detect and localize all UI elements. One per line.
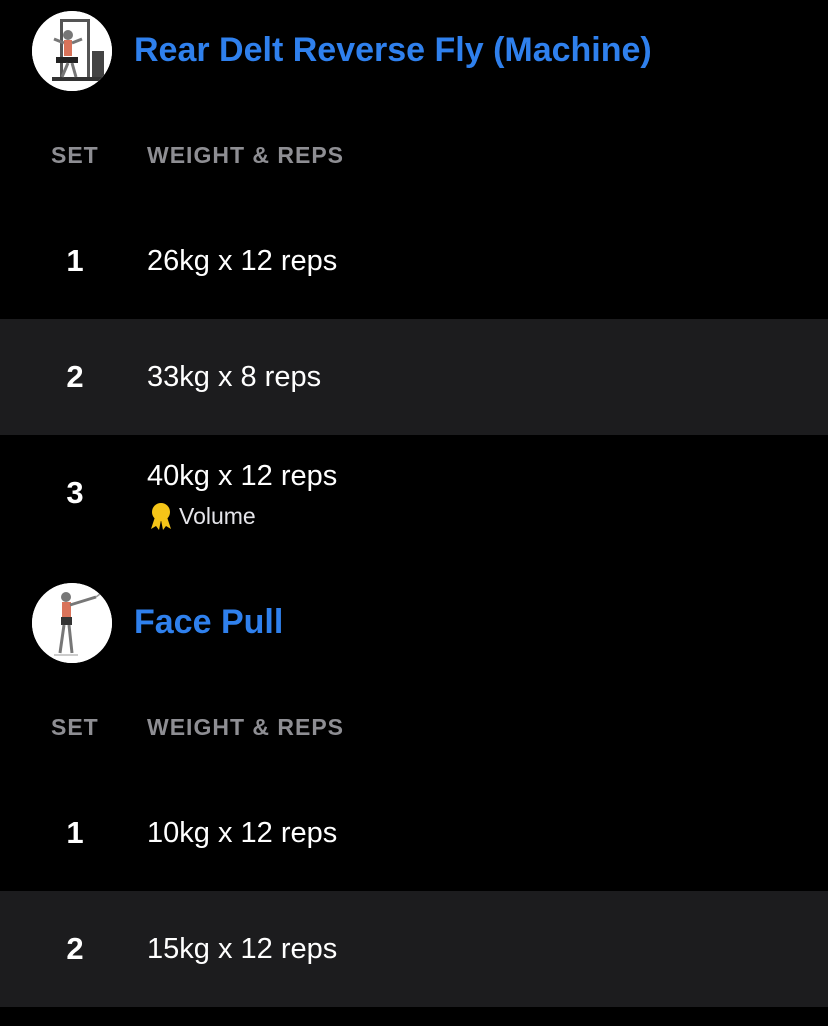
personal-record-label: Volume bbox=[179, 503, 256, 529]
column-set-label: SET bbox=[51, 142, 99, 168]
set-number: 1 bbox=[66, 243, 84, 278]
exercise-thumbnail[interactable] bbox=[32, 583, 112, 663]
column-weight-reps-label: WEIGHT & REPS bbox=[147, 714, 345, 740]
exercise-header[interactable]: Face Pull bbox=[0, 583, 828, 663]
set-weight-reps: 10kg x 12 reps bbox=[147, 817, 338, 849]
medal-icon bbox=[147, 501, 175, 531]
exercise-header[interactable]: Rear Delt Reverse Fly (Machine) bbox=[0, 11, 828, 91]
set-weight-reps: 15kg x 12 reps bbox=[147, 933, 338, 965]
exercise-block: Rear Delt Reverse Fly (Machine) SET WEIG… bbox=[0, 11, 828, 551]
exercise-thumbnail[interactable] bbox=[32, 11, 112, 91]
set-weight-reps: 26kg x 12 reps bbox=[147, 245, 338, 277]
exercise-title[interactable]: Face Pull bbox=[134, 597, 283, 647]
set-weight-reps: 33kg x 8 reps bbox=[147, 361, 322, 393]
exercise-title[interactable]: Rear Delt Reverse Fly (Machine) bbox=[134, 25, 652, 75]
set-number: 2 bbox=[66, 931, 84, 966]
machine-exercise-illustration bbox=[32, 11, 112, 91]
set-row[interactable]: 2 15kg x 12 reps bbox=[0, 891, 828, 1007]
set-number: 2 bbox=[66, 359, 84, 394]
column-header: SET WEIGHT & REPS bbox=[0, 707, 828, 747]
column-header: SET WEIGHT & REPS bbox=[0, 135, 828, 175]
set-row[interactable]: 1 26kg x 12 reps bbox=[0, 203, 828, 319]
set-row[interactable]: 2 33kg x 8 reps bbox=[0, 319, 828, 435]
exercise-block: Face Pull SET WEIGHT & REPS 1 10kg x 12 … bbox=[0, 583, 828, 1026]
cable-exercise-illustration bbox=[32, 583, 112, 663]
set-number: 3 bbox=[66, 475, 84, 510]
set-number: 1 bbox=[66, 815, 84, 850]
set-row[interactable]: 3 40kg x 12 reps Volume bbox=[0, 435, 828, 551]
column-weight-reps-label: WEIGHT & REPS bbox=[147, 142, 345, 168]
set-row[interactable]: 1 10kg x 12 reps bbox=[0, 775, 828, 891]
personal-record-badge: Volume bbox=[147, 501, 256, 531]
set-weight-reps: 40kg x 12 reps bbox=[147, 460, 338, 492]
column-set-label: SET bbox=[51, 714, 99, 740]
